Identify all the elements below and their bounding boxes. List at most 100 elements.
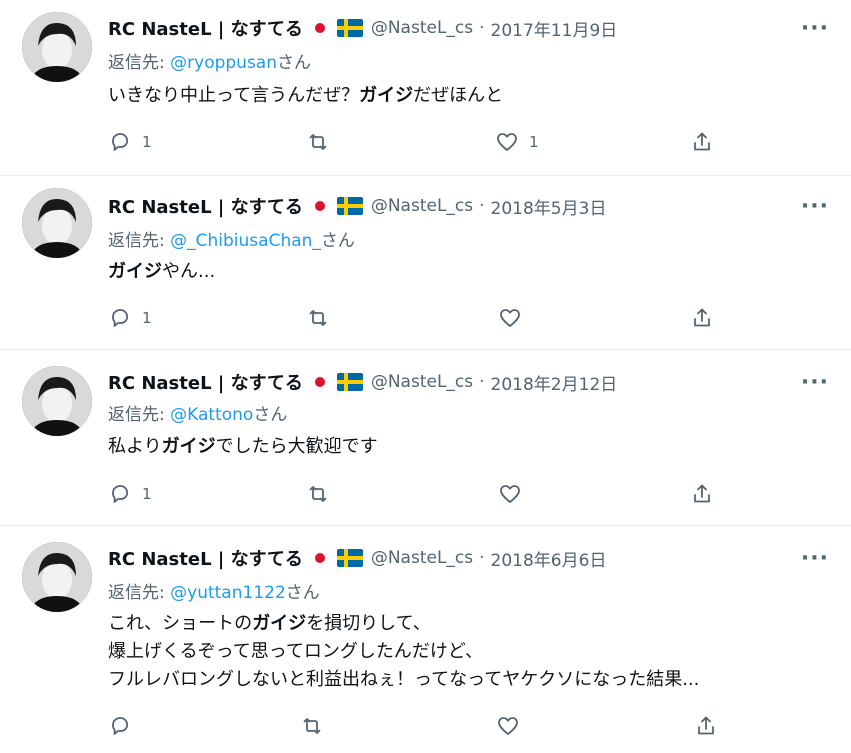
tweet[interactable]: RC NasteL | なすてる @NasteL_cs · 2017年11月9日…	[0, 0, 851, 174]
like-button[interactable]	[496, 712, 520, 740]
share-icon	[694, 308, 710, 327]
tweet-date[interactable]: 2017年11月9日	[491, 16, 618, 41]
reply-suffix: さん	[277, 53, 311, 73]
display-name[interactable]: RC NasteL | なすてる	[108, 369, 303, 395]
japan-flag-icon	[309, 20, 331, 36]
tweet-date[interactable]: 2018年6月6日	[491, 546, 607, 571]
more-options-icon[interactable]: ···	[801, 18, 829, 40]
text-part: 私より	[108, 436, 162, 457]
heart-icon	[500, 309, 520, 327]
reply-count: 1	[142, 485, 152, 503]
user-handle[interactable]: @NasteL_cs	[371, 196, 473, 216]
text-part: でしたら大歓迎です	[215, 436, 378, 457]
retweet-button[interactable]	[306, 128, 330, 156]
reply-count: 1	[142, 309, 152, 327]
reply-suffix: さん	[253, 405, 288, 425]
reply-count: 1	[142, 133, 152, 151]
reply-icon	[112, 133, 129, 151]
reply-to-line: 返信先: @ryoppusanさん	[108, 48, 311, 73]
japan-flag-icon	[309, 374, 331, 390]
reply-suffix: さん	[320, 231, 355, 251]
retweet-icon	[303, 718, 321, 734]
retweet-button[interactable]	[306, 480, 330, 508]
share-icon	[694, 132, 710, 151]
reply-button[interactable]	[108, 712, 132, 740]
reply-to-line: 返信先: @yuttan1122さん	[108, 578, 320, 603]
share-button[interactable]	[694, 712, 718, 740]
separator-dot: ·	[479, 372, 485, 392]
avatar[interactable]	[22, 366, 92, 436]
retweet-icon	[309, 486, 327, 502]
user-handle[interactable]: @NasteL_cs	[371, 548, 473, 568]
like-button[interactable]	[498, 480, 522, 508]
text-part: だぜほんと	[413, 85, 504, 106]
share-button[interactable]	[690, 304, 714, 332]
like-count: 1	[529, 133, 539, 151]
action-bar: 1	[108, 304, 728, 332]
tweet-text: ガイジやん...	[108, 258, 215, 286]
share-button[interactable]	[690, 128, 714, 156]
reply-to-line: 返信先: @Kattonoさん	[108, 400, 287, 425]
more-options-icon[interactable]: ···	[801, 196, 829, 218]
display-name[interactable]: RC NasteL | なすてる	[108, 15, 303, 41]
avatar[interactable]	[22, 188, 92, 258]
separator-dot: ·	[479, 196, 485, 216]
user-handle[interactable]: @NasteL_cs	[371, 372, 473, 392]
separator-dot: ·	[479, 18, 485, 38]
reply-icon	[112, 717, 129, 735]
retweet-icon	[309, 134, 327, 150]
reply-button[interactable]: 1	[108, 480, 152, 508]
text-part-bold: ガイジ	[252, 613, 307, 634]
tweet[interactable]: RC NasteL | なすてる @NasteL_cs · 2018年5月3日 …	[0, 176, 851, 348]
display-name[interactable]: RC NasteL | なすてる	[108, 193, 303, 219]
action-bar	[108, 712, 728, 740]
reply-prefix: 返信先:	[108, 405, 171, 425]
reply-icon	[112, 309, 129, 327]
user-handle[interactable]: @NasteL_cs	[371, 18, 473, 38]
tweet-text: 私よりガイジでしたら大歓迎です	[108, 433, 378, 461]
japan-flag-icon	[309, 198, 331, 214]
avatar[interactable]	[22, 542, 92, 612]
sweden-flag-icon	[336, 197, 363, 215]
text-part: これ、ショートの	[108, 613, 253, 634]
reply-prefix: 返信先:	[108, 53, 171, 73]
retweet-button[interactable]	[300, 712, 324, 740]
more-options-icon[interactable]: ···	[801, 372, 829, 394]
tweet-text: これ、ショートのガイジを損切りして、 爆上げくるぞって思ってロングしたんだけど、…	[108, 610, 699, 694]
tweet-date[interactable]: 2018年5月3日	[491, 194, 607, 219]
reply-to-line: 返信先: @_ChibiusaChan_さん	[108, 226, 355, 251]
tweet[interactable]: RC NasteL | なすてる @NasteL_cs · 2018年2月12日…	[0, 350, 851, 524]
tweet-date[interactable]: 2018年2月12日	[491, 370, 618, 395]
heart-icon	[498, 717, 518, 735]
reply-mention-link[interactable]: @yuttan1122	[170, 583, 286, 603]
text-part-bold: ガイジ	[161, 436, 216, 457]
display-name[interactable]: RC NasteL | なすてる	[108, 545, 303, 571]
reply-button[interactable]: 1	[108, 128, 152, 156]
reply-mention-link[interactable]: @Kattono	[170, 405, 253, 425]
like-button[interactable]	[498, 304, 522, 332]
japan-flag-icon	[309, 550, 331, 566]
tweet[interactable]: RC NasteL | なすてる @NasteL_cs · 2018年6月6日 …	[0, 526, 851, 753]
reply-prefix: 返信先:	[108, 231, 171, 251]
like-button[interactable]: 1	[495, 128, 539, 156]
avatar[interactable]	[22, 12, 92, 82]
retweet-button[interactable]	[306, 304, 330, 332]
action-bar: 1	[108, 480, 728, 508]
tweet-text: いきなり中止って言うんだぜ？ガイジだぜほんと	[108, 82, 503, 110]
reply-suffix: さん	[285, 583, 320, 603]
share-icon	[694, 484, 710, 503]
separator-dot: ·	[479, 548, 485, 568]
sweden-flag-icon	[336, 549, 363, 567]
more-options-icon[interactable]: ···	[801, 548, 829, 570]
heart-icon	[500, 485, 520, 503]
text-part: やん...	[162, 261, 216, 282]
reply-mention-link[interactable]: @_ChibiusaChan_	[170, 231, 321, 251]
share-button[interactable]	[690, 480, 714, 508]
reply-button[interactable]: 1	[108, 304, 152, 332]
heart-icon	[497, 133, 517, 151]
reply-prefix: 返信先:	[108, 583, 171, 603]
reply-icon	[112, 485, 129, 503]
reply-mention-link[interactable]: @ryoppusan	[170, 53, 277, 73]
share-icon	[698, 716, 714, 735]
action-bar: 1 1	[108, 128, 728, 156]
